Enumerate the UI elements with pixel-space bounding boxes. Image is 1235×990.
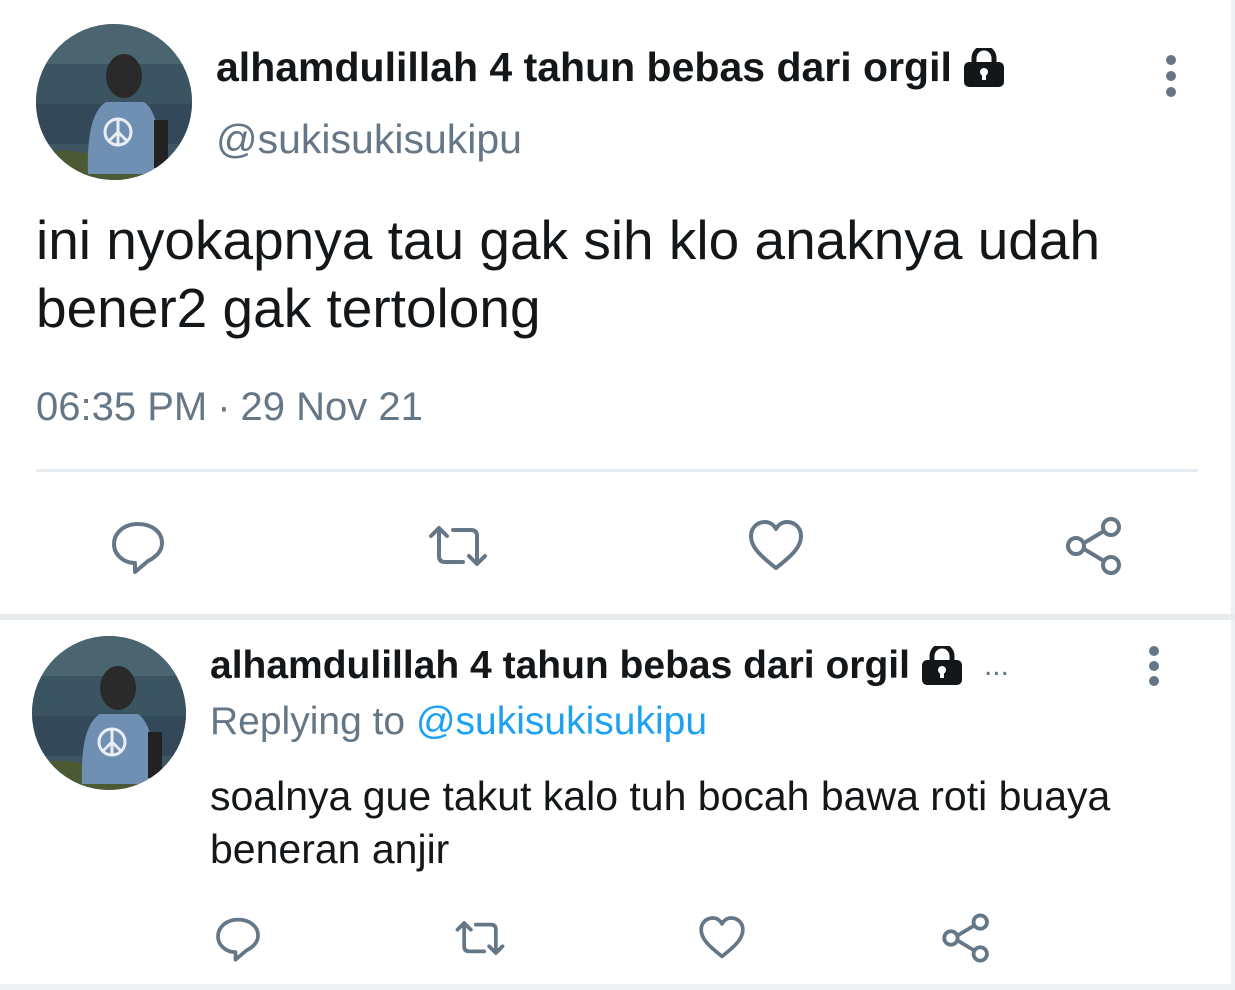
like-icon [696,913,748,963]
avatar[interactable] [36,24,192,180]
bottom-edge [0,984,1235,990]
tweet-separator [0,614,1235,620]
replying-to: Replying to @sukisukisukipu [210,700,707,744]
timestamp[interactable]: 06:35 PM · 29 Nov 21 [36,385,423,430]
tweet-time: 06:35 PM [36,385,208,429]
tweet-date: 29 Nov 21 [240,385,423,429]
replying-to-handle[interactable]: @sukisukisukipu [416,700,707,743]
reply-icon [108,516,168,576]
share-icon [1063,515,1125,577]
like-icon [746,516,806,576]
retweet-icon [452,913,508,963]
lock-icon [920,646,964,686]
display-name-text[interactable]: alhamdulillah 4 tahun bebas dari orgil [216,44,952,91]
like-button[interactable] [694,910,750,966]
replying-to-label: Replying to [210,700,406,743]
scroll-edge [1231,0,1235,990]
lock-icon [962,47,1006,88]
display-name[interactable]: alhamdulillah 4 tahun bebas dari orgil [216,44,1006,91]
reply-avatar[interactable] [32,636,186,790]
reply-display-name[interactable]: alhamdulillah 4 tahun bebas dari orgil .… [210,644,1009,688]
time-separator: · [217,385,231,429]
reply-button[interactable] [106,514,170,578]
handle[interactable]: @sukisukisukipu [216,116,522,163]
retweet-icon [425,516,491,576]
tweet-text: ini nyokapnya tau gak sih klo anaknya ud… [36,209,1101,339]
name-truncation: ... [983,649,1009,682]
reply-icon [213,913,263,963]
like-button[interactable] [744,514,808,578]
divider [36,469,1198,472]
reply-text: soalnya gue takut kalo tuh bocah bawa ro… [210,773,1111,872]
share-button[interactable] [938,910,994,966]
more-vertical-icon[interactable] [1158,52,1184,100]
retweet-button[interactable] [452,910,508,966]
share-icon [940,912,992,964]
reply-button[interactable] [210,910,266,966]
reply-display-name-text[interactable]: alhamdulillah 4 tahun bebas dari orgil [210,644,910,688]
share-button[interactable] [1062,514,1126,578]
tweet-thread: alhamdulillah 4 tahun bebas dari orgil @… [0,0,1235,990]
retweet-button[interactable] [426,514,490,578]
more-vertical-icon[interactable] [1142,644,1166,688]
